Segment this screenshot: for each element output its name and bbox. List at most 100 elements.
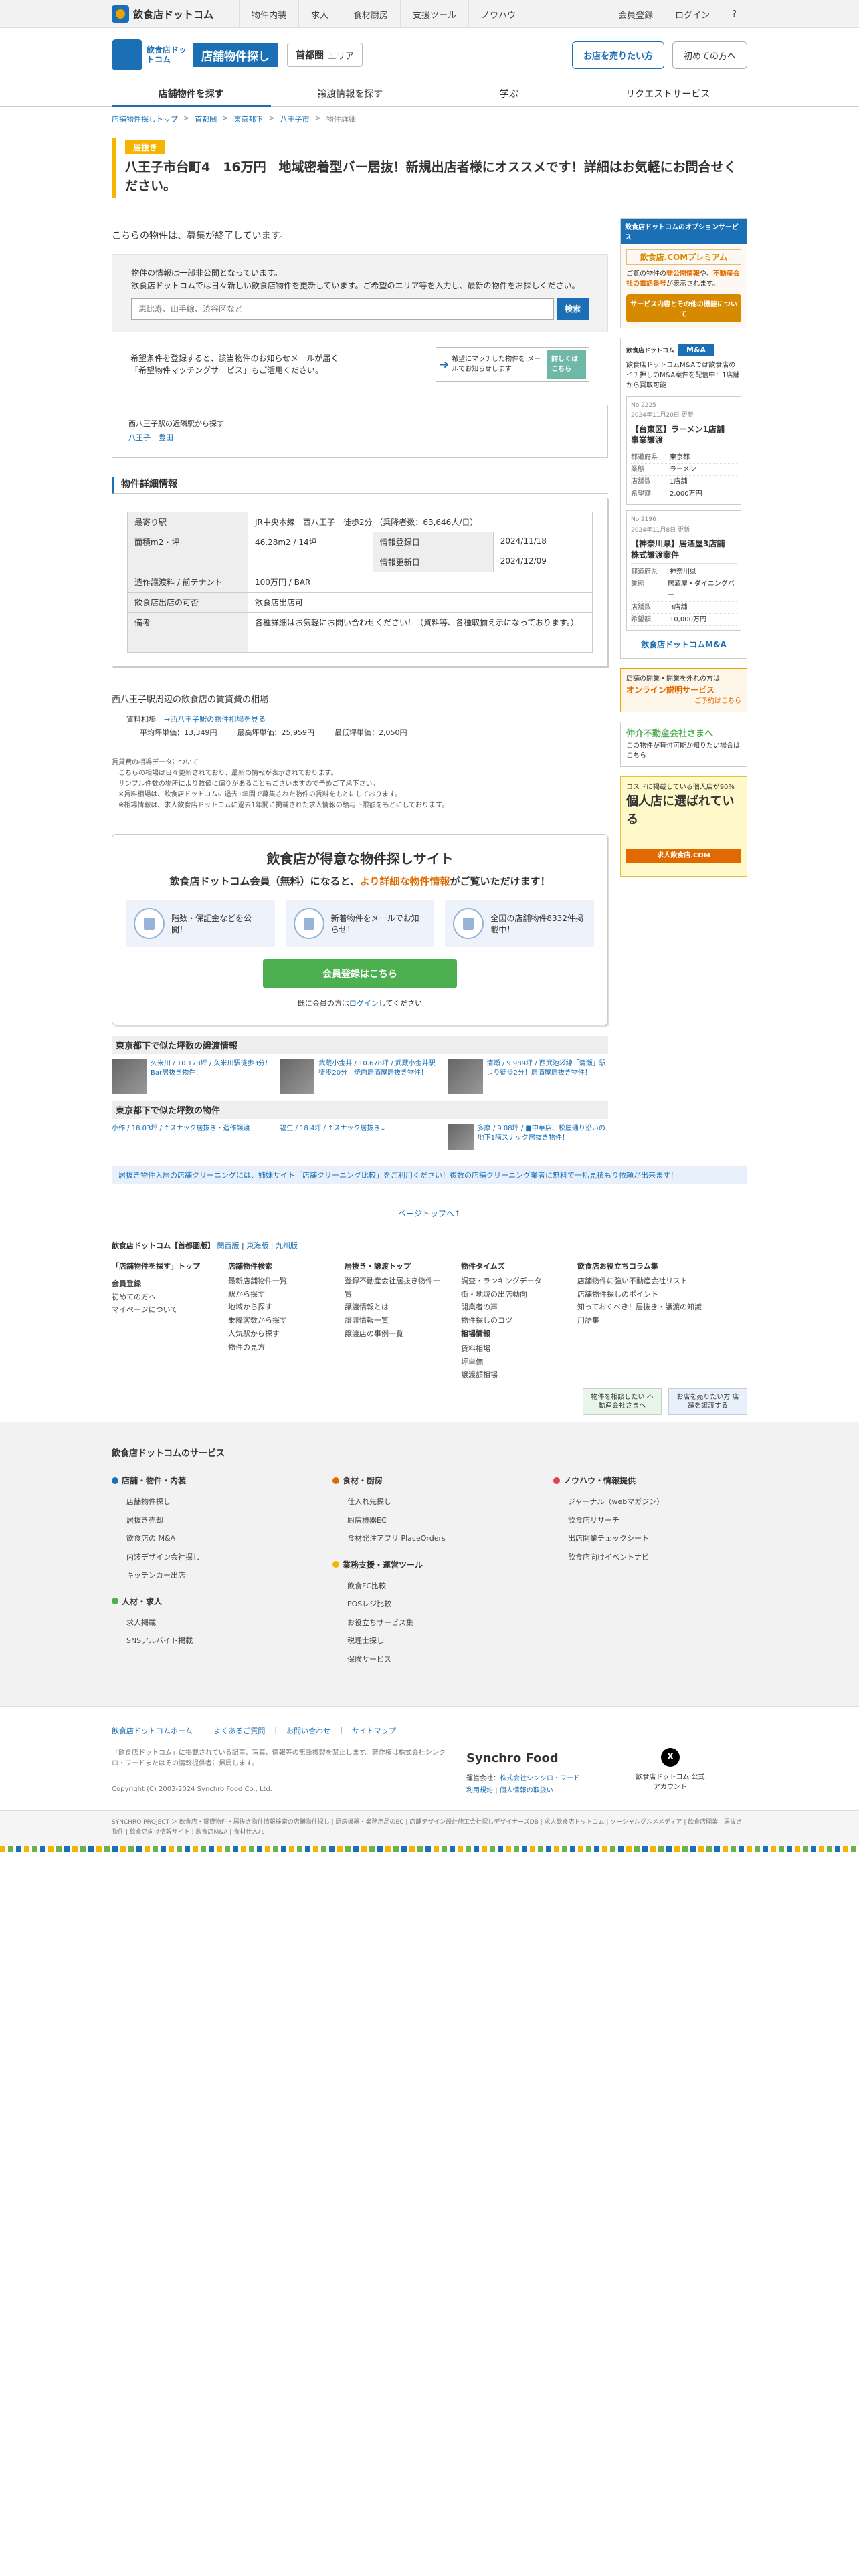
footer-link[interactable]: 登録不動産会社居抜き物件一覧 <box>345 1275 445 1301</box>
tab-find-property[interactable]: 店舗物件を探す <box>112 82 271 107</box>
services-link[interactable]: ジャーナル（webマガジン） <box>553 1493 734 1511</box>
similar-link[interactable]: 小作 / 18.03坪 / ↑スナック居抜き・造作譲渡 <box>112 1124 250 1150</box>
global-nav-item[interactable]: 物件内装 <box>239 0 298 28</box>
footer-link[interactable]: 譲渡情報とは <box>345 1301 445 1314</box>
global-nav-item[interactable]: 支援ツール <box>400 0 468 28</box>
footer-link[interactable]: 乗降客数から探す <box>228 1314 328 1327</box>
footer-link[interactable]: 街・地域の出店動向 <box>461 1288 561 1301</box>
footer-link[interactable]: 用語集 <box>577 1314 711 1327</box>
recruit-banner[interactable]: コスドに掲載している個人店が90% 個人店に選ばれている 求人飲食店.COM <box>620 776 747 877</box>
area-selector[interactable]: 首都圏 エリア <box>287 43 363 67</box>
footer-link[interactable]: 会員登録 <box>112 1277 212 1291</box>
x-account[interactable]: X 飲食店ドットコム 公式アカウント <box>634 1748 707 1796</box>
footer-col-head[interactable]: 居抜き・譲渡トップ <box>345 1260 445 1273</box>
footer-col-head[interactable]: 店舗物件検索 <box>228 1260 328 1273</box>
services-link[interactable]: キッチンカー出店 <box>112 1566 292 1585</box>
footer-area-link[interactable]: 東海版 <box>246 1241 268 1250</box>
similar-item[interactable]: 小作 / 18.03坪 / ↑スナック居抜き・造作譲渡 <box>112 1124 272 1150</box>
similar-item[interactable]: 久米川 / 10.173坪 / 久米川駅徒歩3分！Bar居抜き物件！ <box>112 1059 272 1095</box>
similar-item[interactable]: 福生 / 18.4坪 / ↑スナック居抜き↓ <box>280 1124 440 1150</box>
services-link[interactable]: お役立ちサービス集 <box>332 1614 513 1632</box>
similar-item[interactable]: 清瀬 / 9.989坪 / 西武池袋線「清瀬」駅より徒歩2分！居酒屋居抜き物件！ <box>448 1059 608 1095</box>
footer-link[interactable]: 譲渡情報一覧 <box>345 1314 445 1327</box>
login-link[interactable]: ログイン <box>664 0 721 28</box>
ma-more-link[interactable]: 飲食店ドットコムM&A <box>626 636 741 653</box>
search-input[interactable] <box>131 298 554 320</box>
cleaning-banner[interactable]: 居抜き物件入居の店舗クリーニングには、姉妹サイト「店舗クリーニング比較」をご利用… <box>112 1166 747 1185</box>
nearby-station-link[interactable]: 八王子 <box>128 431 151 445</box>
services-link[interactable]: 求人掲載 <box>112 1614 292 1632</box>
login-link[interactable]: ログイン <box>349 999 379 1008</box>
footer-link[interactable]: 物件の見方 <box>228 1341 328 1354</box>
similar-item[interactable]: 武蔵小金井 / 10.678坪 / 武蔵小金井駅徒歩20分！焼肉居酒屋居抜き物件… <box>280 1059 440 1095</box>
breadcrumb-link[interactable]: 八王子市 <box>280 114 310 124</box>
footer-link[interactable]: 店舗物件に強い不動産会社リスト <box>577 1275 711 1288</box>
company-link[interactable]: 株式会社シンクロ・フード <box>500 1775 580 1782</box>
services-link[interactable]: SNSアルバイト掲載 <box>112 1632 292 1650</box>
similar-link[interactable]: 久米川 / 10.173坪 / 久米川駅徒歩3分！Bar居抜き物件！ <box>151 1059 272 1094</box>
footer-link[interactable]: 譲渡店の事例一覧 <box>345 1327 445 1341</box>
footer-link[interactable]: 人気駅から探す <box>228 1327 328 1341</box>
services-link[interactable]: 出店開業チェックシート <box>553 1529 734 1548</box>
footer-link[interactable]: 店舗物件探しのポイント <box>577 1288 711 1301</box>
footer-col-head[interactable]: 飲食店お役立ちコラム集 <box>577 1260 711 1273</box>
premium-button[interactable]: サービス内容とその他の機能について <box>626 294 741 323</box>
site-logo[interactable]: 飲食店ドットコム 店舗物件探し <box>112 39 278 70</box>
ma-deal[interactable]: No.2225 2024年11月20日 更新 【台東区】ラーメン1店舗 事業譲渡… <box>626 396 741 506</box>
online-briefing-banner[interactable]: 店舗の開業・開業を外れの方は オンライン説明サービス ご予約はこちら <box>620 668 747 713</box>
global-nav-item[interactable]: ノウハウ <box>468 0 528 28</box>
footer-area-link[interactable]: 九州版 <box>276 1241 298 1250</box>
rent-link[interactable]: →西八王子駅の物件相場を見る <box>164 714 266 724</box>
global-nav-item[interactable]: 求人 <box>298 0 341 28</box>
privacy-link[interactable]: 個人情報の取扱い <box>500 1787 553 1794</box>
footer-link[interactable]: 物件探しのコツ <box>461 1314 561 1327</box>
services-link[interactable]: 居抜き売却 <box>112 1511 292 1530</box>
realtor-footer-banner[interactable]: 物件を相談したい 不動産会社さまへ <box>583 1388 662 1416</box>
similar-link[interactable]: 多摩 / 9.08坪 / ■中華店、松屋通り沿いの地下1階スナック居抜き物件！ <box>478 1124 608 1150</box>
services-link[interactable]: 飲食店の M&A <box>112 1529 292 1548</box>
services-link[interactable]: 店舗物件探し <box>112 1493 292 1511</box>
register-button[interactable]: 会員登録はこちら <box>263 959 457 989</box>
sell-shop-button[interactable]: お店を売りたい方 <box>571 41 664 69</box>
terms-link[interactable]: 利用規約 <box>466 1787 493 1794</box>
footer-link[interactable]: 知っておくべき！居抜き・譲渡の知識 <box>577 1301 711 1314</box>
footer-col-head[interactable]: 「店舗物件を探す」トップ <box>112 1260 212 1273</box>
similar-link[interactable]: 福生 / 18.4坪 / ↑スナック居抜き↓ <box>280 1124 385 1150</box>
footer-link[interactable]: 譲渡額相場 <box>461 1368 561 1382</box>
footer-link[interactable]: 賃料相場 <box>461 1342 561 1356</box>
global-nav-item[interactable]: 食材厨房 <box>341 0 400 28</box>
services-link[interactable]: POSレジ比較 <box>332 1595 513 1614</box>
footer-link[interactable]: 開業者の声 <box>461 1301 561 1314</box>
register-link[interactable]: 会員登録 <box>607 0 664 28</box>
footer-link[interactable]: 地域から探す <box>228 1301 328 1314</box>
services-link[interactable]: 内装デザイン会社探し <box>112 1548 292 1567</box>
similar-link[interactable]: 清瀬 / 9.989坪 / 西武池袋線「清瀬」駅より徒歩2分！居酒屋居抜き物件！ <box>487 1059 608 1094</box>
breadcrumb-link[interactable]: 東京都下 <box>233 114 263 124</box>
services-link[interactable]: 飲食店リサーチ <box>553 1511 734 1530</box>
footer-link[interactable]: 初めての方へ <box>112 1291 212 1304</box>
tab-transfer[interactable]: 譲渡情報を探す <box>271 82 430 107</box>
ma-deal[interactable]: No.2196 2024年11月8日 更新 【神奈川県】居酒屋3店舗 株式譲渡案… <box>626 510 741 631</box>
global-logo[interactable]: 飲食店ドットコム <box>112 5 239 23</box>
services-link[interactable]: 飲食FC比較 <box>332 1577 513 1596</box>
footer-link[interactable]: 最新店舗物件一覧 <box>228 1275 328 1288</box>
tab-learn[interactable]: 学ぶ <box>430 82 589 107</box>
footer-link[interactable]: 坪単価 <box>461 1356 561 1369</box>
help-icon[interactable]: ? <box>721 0 747 28</box>
footer-bottom-link[interactable]: サイトマップ <box>352 1725 396 1736</box>
footer-bottom-link[interactable]: 飲食店ドットコムホーム <box>112 1725 193 1736</box>
tab-request[interactable]: リクエストサービス <box>589 82 748 107</box>
company-logo[interactable]: Synchro Food <box>466 1748 613 1769</box>
first-time-button[interactable]: 初めての方へ <box>672 41 747 69</box>
footer-col-head[interactable]: 物件タイムズ <box>461 1260 561 1273</box>
services-link[interactable]: 保険サービス <box>332 1650 513 1669</box>
footer-link[interactable]: 調査・ランキングデータ <box>461 1275 561 1288</box>
footer-link[interactable]: 駅から探す <box>228 1288 328 1301</box>
services-link[interactable]: 税理士探し <box>332 1632 513 1650</box>
services-link[interactable]: 食材発注アプリ PlaceOrders <box>332 1529 513 1548</box>
matching-service-button[interactable]: ➔ 希望にマッチした物件を メールでお知らせします 詳しくは こちら <box>436 347 589 383</box>
services-link[interactable]: 厨房機器EC <box>332 1511 513 1530</box>
services-link[interactable]: 飲食店向けイベントナビ <box>553 1548 734 1567</box>
nearby-station-link[interactable]: 豊田 <box>159 431 173 445</box>
footer-area-link[interactable]: 関西版 <box>217 1241 240 1250</box>
